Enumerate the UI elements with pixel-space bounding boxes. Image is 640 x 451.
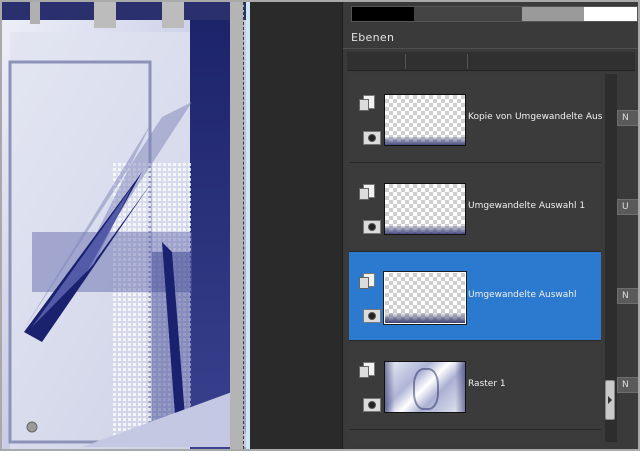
layer-thumbnail [384,183,466,235]
layers-panel: Ebenen Kopie von Umgewandelte Auswahl Um… [342,2,638,449]
layer-name: Kopie von Umgewandelte Auswahl [468,112,602,122]
image-canvas[interactable] [2,2,250,449]
layer-name: Raster 1 [468,379,506,389]
panel-divider [343,48,638,49]
page-icon[interactable] [359,184,375,200]
layer-thumbnail [384,272,466,324]
page-icon[interactable] [359,95,375,111]
canvas-guide-line [243,2,244,449]
toolbar-divider [467,54,468,69]
layer-blend-button[interactable]: U [617,199,638,215]
layer-row-selected[interactable]: Umgewandelte Auswahl [349,252,601,341]
eye-icon[interactable] [363,398,381,412]
layer-row[interactable]: Umgewandelte Auswahl 1 [349,163,601,252]
eye-icon[interactable] [363,131,381,145]
eye-icon[interactable] [363,309,381,323]
layer-name: Umgewandelte Auswahl [468,290,577,300]
layer-blend-button[interactable]: N [617,110,638,126]
layer-blend-button[interactable]: N [617,288,638,304]
layer-name: Umgewandelte Auswahl 1 [468,201,586,211]
layer-row[interactable]: Kopie von Umgewandelte Auswahl [349,74,602,163]
panel-title: Ebenen [351,31,395,44]
layer-thumbnail [384,361,466,413]
eye-icon[interactable] [363,220,381,234]
workspace-gap [250,2,342,449]
page-icon[interactable] [359,273,375,289]
layers-toolbar [347,52,635,71]
toolbar-divider [405,54,406,69]
gradient-swatch[interactable] [351,6,638,22]
app-window: Ebenen Kopie von Umgewandelte Auswahl Um… [0,0,640,451]
canvas-artwork [2,2,250,449]
layer-blend-button[interactable]: N [617,377,638,393]
layer-thumbnail [384,94,466,146]
layers-list: Kopie von Umgewandelte Auswahl Umgewande… [349,74,602,442]
layer-row[interactable]: Raster 1 [349,341,601,430]
page-icon[interactable] [359,362,375,378]
scroll-grip-icon[interactable] [605,380,615,420]
